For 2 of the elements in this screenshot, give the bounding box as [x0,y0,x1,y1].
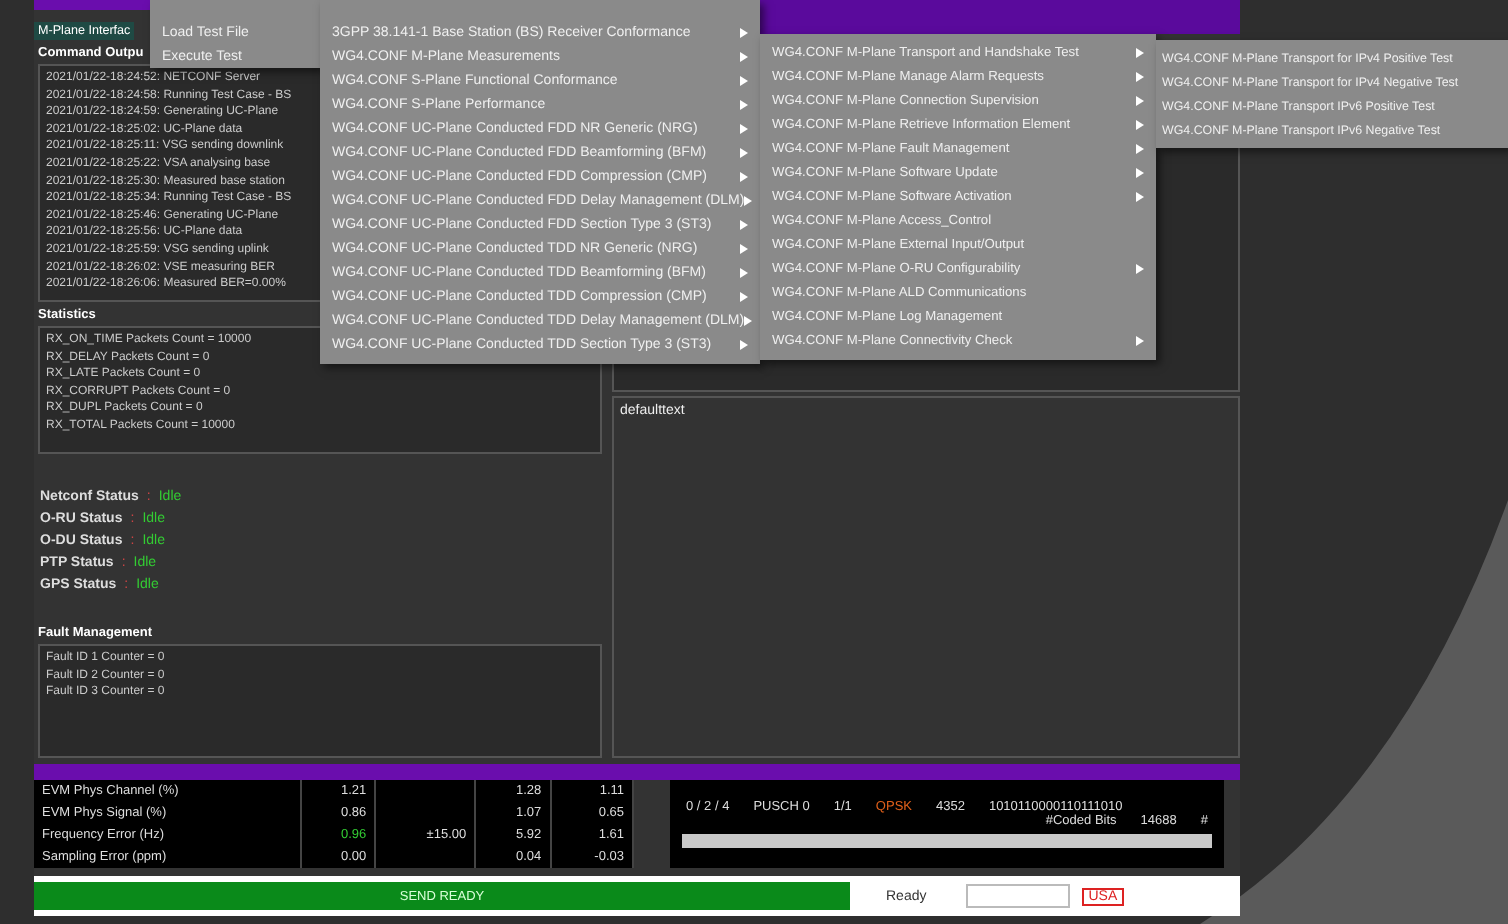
input-field[interactable] [966,884,1071,908]
scrollbar[interactable] [682,834,1212,848]
